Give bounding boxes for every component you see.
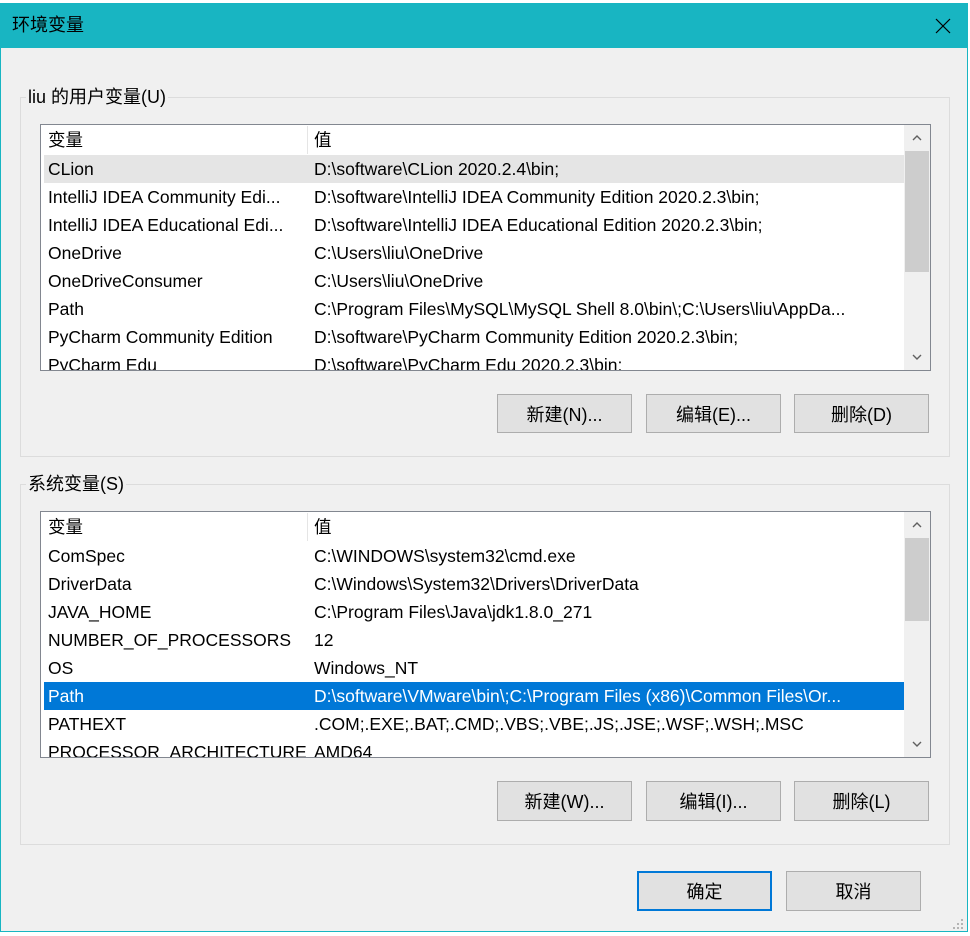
variable-value-cell: C:\Program Files\MySQL\MySQL Shell 8.0\b… [314,299,846,319]
user-edit-button[interactable]: 编辑(E)... [646,394,781,433]
variable-value-cell: D:\software\PyCharm Edu 2020.2.3\bin; [314,355,623,370]
table-row[interactable]: PATHEXT .COM;.EXE;.BAT;.CMD;.VBS;.VBE;.JS… [41,710,904,738]
user-delete-button[interactable]: 删除(D) [794,394,929,433]
system-new-button[interactable]: 新建(W)... [497,781,632,821]
variable-value-cell: D:\software\CLion 2020.2.4\bin; [314,159,560,179]
system-variables-list[interactable]: 变量 值 ComSpec C:\WINDOWS\system32\cmd.exe D… [40,511,931,758]
table-row[interactable]: OneDrive C:\Users\liu\OneDrive [41,239,904,267]
variable-value-cell: D:\software\IntelliJ IDEA Community Edit… [314,187,760,207]
list-header: 变量 值 [41,125,904,155]
ok-button[interactable]: 确定 [637,871,772,911]
system-edit-button[interactable]: 编辑(I)... [646,781,781,821]
chevron-down-icon [912,354,922,360]
variable-value-cell: D:\software\IntelliJ IDEA Educational Ed… [314,215,763,235]
variable-name-cell: DriverData [48,574,132,594]
table-row[interactable]: PyCharm Community Edition D:\software\PyC… [41,323,904,351]
variable-value-cell: AMD64 [314,742,373,757]
scroll-down-button[interactable] [904,344,930,370]
variable-name-cell: IntelliJ IDEA Community Edi... [48,187,281,207]
chevron-down-icon [912,741,922,747]
variable-name-cell: OS [48,658,74,678]
variable-name-cell: ComSpec [48,546,125,566]
variable-value-cell: C:\WINDOWS\system32\cmd.exe [314,546,576,566]
variable-name-cell: OneDrive [48,243,122,263]
chevron-up-icon [912,135,922,141]
user-variables-label: liu 的用户变量(U) [26,86,168,108]
chevron-up-icon [912,522,922,528]
variable-value-cell: .COM;.EXE;.BAT;.CMD;.VBS;.VBE;.JS;.JSE;.… [314,714,804,734]
column-header-value[interactable]: 值 [308,125,904,155]
scroll-down-button[interactable] [904,731,930,757]
variable-name-cell: CLion [48,159,94,179]
system-variables-label: 系统变量(S) [26,473,126,495]
list-body: ComSpec C:\WINDOWS\system32\cmd.exe Driver… [41,542,904,757]
table-row[interactable]: OneDriveConsumer C:\Users\liu\OneDrive [41,267,904,295]
list-header: 变量 值 [41,512,904,542]
cancel-button[interactable]: 取消 [786,871,921,911]
table-row[interactable]: DriverData C:\Windows\System32\Drivers\Dr… [41,570,904,598]
variable-value-cell: C:\Users\liu\OneDrive [314,271,484,291]
variable-name-cell: Path [48,299,84,319]
table-row[interactable]: CLion D:\software\CLion 2020.2.4\bin; [41,155,904,183]
resize-grip[interactable] [951,915,965,929]
variable-value-cell: C:\Program Files\Java\jdk1.8.0_271 [314,602,593,622]
variable-name-cell: PATHEXT [48,714,127,734]
variable-value-cell: 12 [314,630,334,650]
close-icon [935,18,951,33]
scroll-up-button[interactable] [904,125,930,151]
variable-value-cell: D:\software\VMware\bin\;C:\Program Files… [314,686,842,706]
window-title: 环境变量 [12,15,84,35]
table-row[interactable]: Path C:\Program Files\MySQL\MySQL Shell 8… [41,295,904,323]
table-row[interactable]: PROCESSOR_ARCHITECTURE AMD64 [41,738,904,757]
table-row[interactable]: ComSpec C:\WINDOWS\system32\cmd.exe [41,542,904,570]
user-variables-list[interactable]: 变量 值 CLion D:\software\CLion 2020.2.4\bin… [40,124,931,371]
vertical-scrollbar[interactable] [904,125,930,370]
variable-name-cell: Path [48,686,84,706]
close-button[interactable] [918,3,968,48]
user-new-button[interactable]: 新建(N)... [497,394,632,433]
variable-name-cell: JAVA_HOME [48,602,152,622]
table-row[interactable]: NUMBER_OF_PROCESSORS 12 [41,626,904,654]
vertical-scrollbar[interactable] [904,512,930,757]
table-row[interactable]: OS Windows_NT [41,654,904,682]
variable-name-cell: PROCESSOR_ARCHITECTURE [48,742,307,757]
variable-value-cell: C:\Windows\System32\Drivers\DriverData [314,574,639,594]
variable-name-cell: OneDriveConsumer [48,271,203,291]
resize-grip-icon [953,919,963,929]
variable-value-cell: D:\software\PyCharm Community Edition 20… [314,327,739,347]
scrollbar-thumb[interactable] [905,538,929,621]
table-row[interactable]: JAVA_HOME C:\Program Files\Java\jdk1.8.0_… [41,598,904,626]
variable-name-cell: IntelliJ IDEA Educational Edi... [48,215,284,235]
scrollbar-thumb[interactable] [905,151,929,272]
title-bar[interactable]: 环境变量 [0,3,968,48]
scroll-up-button[interactable] [904,512,930,538]
list-body: CLion D:\software\CLion 2020.2.4\bin; Inte… [41,155,904,370]
variable-value-cell: C:\Users\liu\OneDrive [314,243,484,263]
column-header-value[interactable]: 值 [308,512,904,542]
table-row[interactable]: IntelliJ IDEA Community Edi... D:\softwar… [41,183,904,211]
table-row[interactable]: IntelliJ IDEA Educational Edi... D:\softw… [41,211,904,239]
table-row[interactable]: Path D:\software\VMware\bin\;C:\Program F… [41,682,904,710]
column-header-variable[interactable]: 变量 [41,125,307,155]
variable-value-cell: Windows_NT [314,658,419,678]
table-row[interactable]: PyCharm Edu D:\software\PyCharm Edu 2020.… [41,351,904,370]
variable-name-cell: PyCharm Community Edition [48,327,273,347]
variable-name-cell: NUMBER_OF_PROCESSORS [48,630,292,650]
system-delete-button[interactable]: 删除(L) [794,781,929,821]
variable-name-cell: PyCharm Edu [48,355,157,370]
environment-variables-dialog: 环境变量 liu 的用户变量(U) 变量 值 CLion D:\software\… [0,0,970,935]
column-header-variable[interactable]: 变量 [41,512,307,542]
